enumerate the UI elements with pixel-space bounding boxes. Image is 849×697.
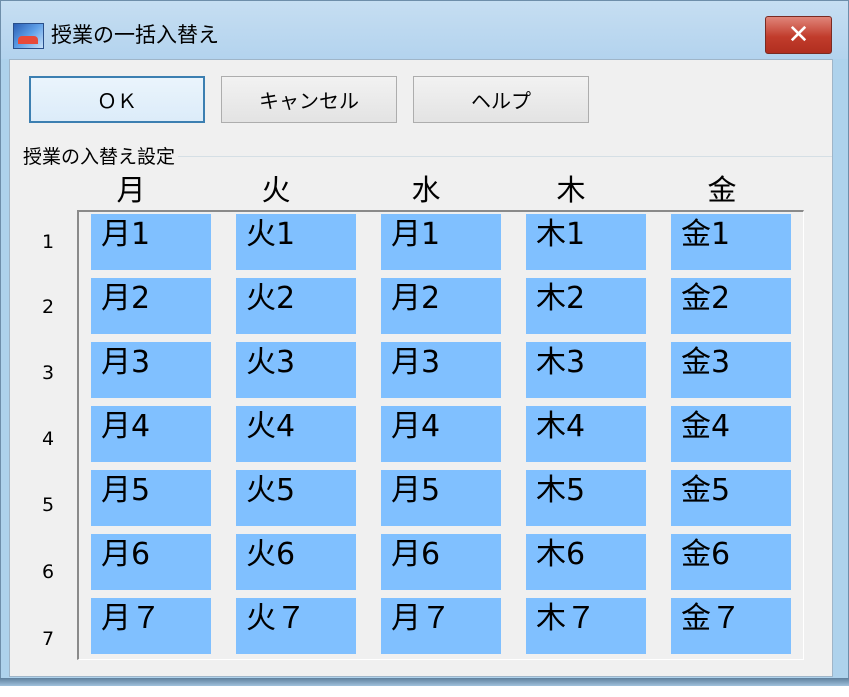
timetable-cell[interactable]: 月2 <box>381 278 501 334</box>
close-icon: ✕ <box>787 20 810 50</box>
help-button[interactable]: ヘルプ <box>413 76 589 123</box>
timetable-cell[interactable]: 木6 <box>526 534 646 590</box>
timetable-cell[interactable]: 金4 <box>671 406 791 462</box>
timetable-cell[interactable]: 月3 <box>381 342 501 398</box>
timetable-cell[interactable]: 金5 <box>671 470 791 526</box>
window-title: 授業の一括入替え <box>51 23 219 47</box>
timetable-cell[interactable]: 火6 <box>236 534 356 590</box>
group-label: 授業の入替え設定 <box>20 146 179 168</box>
day-header-tue: 火 <box>261 173 291 207</box>
timetable-cell[interactable]: 金2 <box>671 278 791 334</box>
timetable-cell[interactable]: 木4 <box>526 406 646 462</box>
timetable-cell[interactable]: 金７ <box>671 598 791 654</box>
period-label: 3 <box>41 362 55 384</box>
period-label: 1 <box>41 231 55 253</box>
title-bar[interactable]: 授業の一括入替え ✕ <box>1 1 848 59</box>
timetable-cell[interactable]: 月6 <box>91 534 211 590</box>
day-header-wed: 水 <box>411 173 441 207</box>
timetable-cell[interactable]: 火4 <box>236 406 356 462</box>
timetable-cell[interactable]: 木5 <box>526 470 646 526</box>
timetable-cell[interactable]: 月3 <box>91 342 211 398</box>
timetable-cell[interactable]: 月5 <box>381 470 501 526</box>
timetable-cell[interactable]: 木3 <box>526 342 646 398</box>
timetable-cell[interactable]: 木1 <box>526 214 646 270</box>
app-icon <box>13 23 44 49</box>
period-label: 6 <box>41 561 55 583</box>
period-label: 4 <box>41 428 55 450</box>
timetable-cell[interactable]: 月1 <box>91 214 211 270</box>
timetable-cell[interactable]: 火5 <box>236 470 356 526</box>
timetable-cell[interactable]: 月4 <box>91 406 211 462</box>
day-header-fri: 金 <box>707 173 737 207</box>
dialog-window: 授業の一括入替え ✕ ＯＫ キャンセル ヘルプ 授業の入替え設定 月 火 水 木… <box>0 0 849 686</box>
day-header-mon: 月 <box>116 173 146 207</box>
timetable-cell[interactable]: 月1 <box>381 214 501 270</box>
timetable-cell[interactable]: 月７ <box>381 598 501 654</box>
timetable-cell[interactable]: 金1 <box>671 214 791 270</box>
timetable-cell[interactable]: 金3 <box>671 342 791 398</box>
timetable-cell[interactable]: 月6 <box>381 534 501 590</box>
timetable-cell[interactable]: 火3 <box>236 342 356 398</box>
period-label: 7 <box>41 628 55 650</box>
timetable-cell[interactable]: 金6 <box>671 534 791 590</box>
timetable-cell[interactable]: 火1 <box>236 214 356 270</box>
cancel-button[interactable]: キャンセル <box>221 76 397 123</box>
timetable-cell[interactable]: 木2 <box>526 278 646 334</box>
dialog-client-area: ＯＫ キャンセル ヘルプ 授業の入替え設定 月 火 水 木 金 1 2 3 4 … <box>9 59 833 677</box>
timetable-cell[interactable]: 木７ <box>526 598 646 654</box>
ok-button[interactable]: ＯＫ <box>29 76 205 123</box>
timetable-cell[interactable]: 月2 <box>91 278 211 334</box>
taskbar-edge <box>0 678 849 686</box>
close-button[interactable]: ✕ <box>765 16 832 54</box>
period-label: 5 <box>41 494 55 516</box>
timetable-cell[interactable]: 月5 <box>91 470 211 526</box>
timetable-cell[interactable]: 月７ <box>91 598 211 654</box>
timetable-cell[interactable]: 火７ <box>236 598 356 654</box>
timetable-cell[interactable]: 火2 <box>236 278 356 334</box>
day-header-thu: 木 <box>556 173 586 207</box>
timetable-cell[interactable]: 月4 <box>381 406 501 462</box>
period-label: 2 <box>41 296 55 318</box>
